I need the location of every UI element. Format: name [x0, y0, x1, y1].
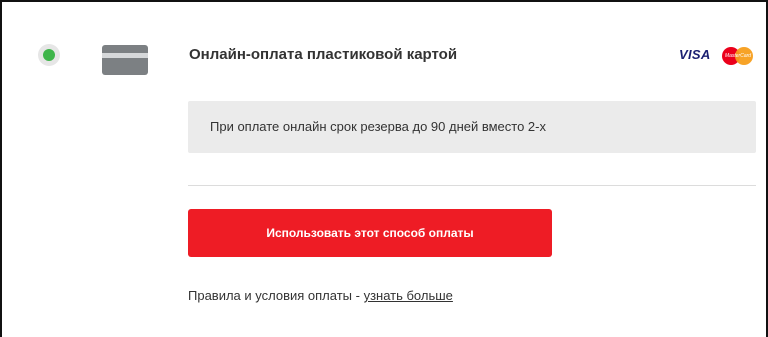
use-payment-method-button[interactable]: Использовать этот способ оплаты — [188, 209, 552, 257]
payment-option-radio[interactable] — [38, 44, 60, 66]
credit-card-icon — [102, 45, 148, 75]
payment-terms-text: Правила и условия оплаты - — [188, 288, 364, 303]
divider — [188, 185, 756, 186]
mastercard-logo-text: MasterCard — [724, 53, 752, 59]
reserve-info-box: При оплате онлайн срок резерва до 90 дне… — [188, 101, 756, 153]
payment-terms-line: Правила и условия оплаты - узнать больше — [188, 288, 453, 303]
payment-method-panel: Онлайн-оплата пластиковой картой VISA Ma… — [0, 0, 768, 337]
visa-logo: VISA — [679, 47, 711, 62]
mastercard-logo: MasterCard — [722, 47, 754, 65]
reserve-info-text: При оплате онлайн срок резерва до 90 дне… — [210, 119, 546, 134]
radio-selected-dot — [43, 49, 55, 61]
payment-option-title: Онлайн-оплата пластиковой картой — [189, 46, 458, 63]
learn-more-link[interactable]: узнать больше — [364, 288, 453, 303]
card-stripe — [102, 53, 148, 58]
